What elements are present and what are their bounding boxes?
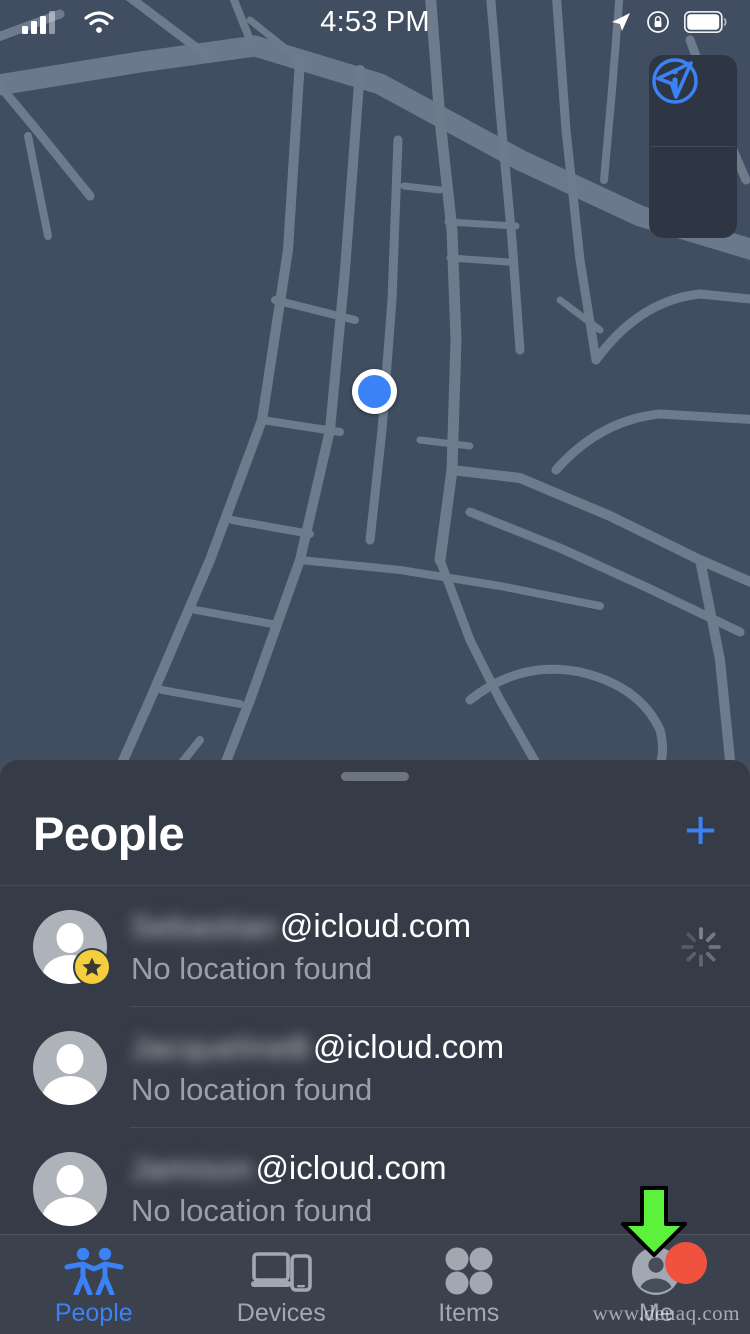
- avatar: [33, 1030, 107, 1105]
- tab-people[interactable]: People: [0, 1235, 188, 1334]
- user-location-dot: [352, 369, 397, 414]
- list-item[interactable]: Sebastian @icloud.com No location found: [0, 886, 750, 1007]
- status-bar-right: [430, 10, 728, 34]
- person-domain: @icloud.com: [255, 1148, 447, 1186]
- sheet-header: People +: [0, 781, 750, 886]
- two-people-icon: [63, 1246, 125, 1296]
- four-circles-glyph: [445, 1247, 493, 1294]
- list-item-title: JacquelineB @icloud.com: [131, 1028, 722, 1066]
- list-item[interactable]: Jamison @icloud.com No location found: [0, 1128, 750, 1249]
- two-people-glyph: [64, 1247, 124, 1295]
- me-notification-badge: [665, 1241, 708, 1284]
- list-item[interactable]: JacquelineB @icloud.com No location found: [0, 1007, 750, 1128]
- person-avatar-icon: [631, 1241, 708, 1296]
- person-avatar-icon: [33, 1030, 107, 1105]
- list-item-text: Jamison @icloud.com No location found: [131, 1149, 722, 1229]
- list-item-status: No location found: [131, 1071, 373, 1107]
- map-controls: [649, 55, 737, 238]
- avatar-head: [56, 1164, 84, 1195]
- map-view[interactable]: [0, 0, 750, 790]
- tab-label-devices: Devices: [236, 1298, 326, 1327]
- status-bar-clock: 4:53 PM: [320, 5, 430, 38]
- person-name-blurred: JacquelineB: [131, 1029, 311, 1065]
- people-list: Sebastian@icloud.com No location found: [0, 886, 750, 1249]
- location-arrow-icon: [656, 61, 693, 99]
- person-name-blurred: Jamison: [131, 1150, 254, 1186]
- person-avatar-icon: [33, 1151, 107, 1226]
- avatar: [33, 1151, 107, 1226]
- avatar-body: [42, 1075, 98, 1105]
- avatar-head: [56, 922, 84, 953]
- site-watermark: www.deuaq.com: [592, 1301, 740, 1325]
- list-item-title: Sebastian @icloud.com: [131, 907, 680, 945]
- avatar-head: [56, 1043, 84, 1074]
- star-icon: [82, 956, 102, 976]
- list-item-title: Jamison @icloud.com: [131, 1149, 722, 1187]
- laptop-phone-icon: [250, 1246, 313, 1296]
- battery-icon: [684, 11, 727, 33]
- list-item-text: JacquelineB @icloud.com No location found: [131, 1028, 722, 1108]
- tab-devices[interactable]: Devices: [188, 1235, 376, 1334]
- loading-spinner-icon: [681, 926, 721, 967]
- person-domain: @icloud.com: [279, 906, 472, 944]
- avatar-body: [42, 1196, 98, 1226]
- avatar: [33, 909, 111, 986]
- page-title: People: [33, 806, 185, 860]
- map-recenter-button[interactable]: [649, 61, 737, 238]
- user-location-dot-inner: [358, 375, 391, 408]
- person-domain: @icloud.com: [312, 1027, 505, 1065]
- rotation-lock-icon: [647, 11, 669, 33]
- status-bar-left: [22, 10, 320, 34]
- list-item-text: Sebastian @icloud.com No location found: [131, 907, 680, 987]
- tab-items[interactable]: Items: [375, 1235, 563, 1334]
- wifi-icon: [84, 10, 114, 33]
- add-person-button[interactable]: +: [684, 802, 717, 864]
- location-arrow-icon: [612, 13, 630, 31]
- list-item-status: No location found: [131, 950, 373, 986]
- cellular-signal-icon: [22, 11, 55, 34]
- sheet-grabber[interactable]: [341, 772, 409, 781]
- four-circles-icon: [443, 1246, 495, 1296]
- laptop-phone-glyph: [251, 1251, 313, 1292]
- phone-screen: 4:53 PM People + Sebastian @icloud.com N…: [0, 0, 750, 1334]
- status-bar: 4:53 PM: [0, 0, 750, 44]
- tab-label-items: Items: [438, 1298, 500, 1327]
- person-name-blurred: Sebastian: [131, 908, 278, 944]
- list-item-status: No location found: [131, 1192, 373, 1228]
- favorite-star-badge: [73, 947, 111, 986]
- tab-label-people: People: [54, 1298, 133, 1327]
